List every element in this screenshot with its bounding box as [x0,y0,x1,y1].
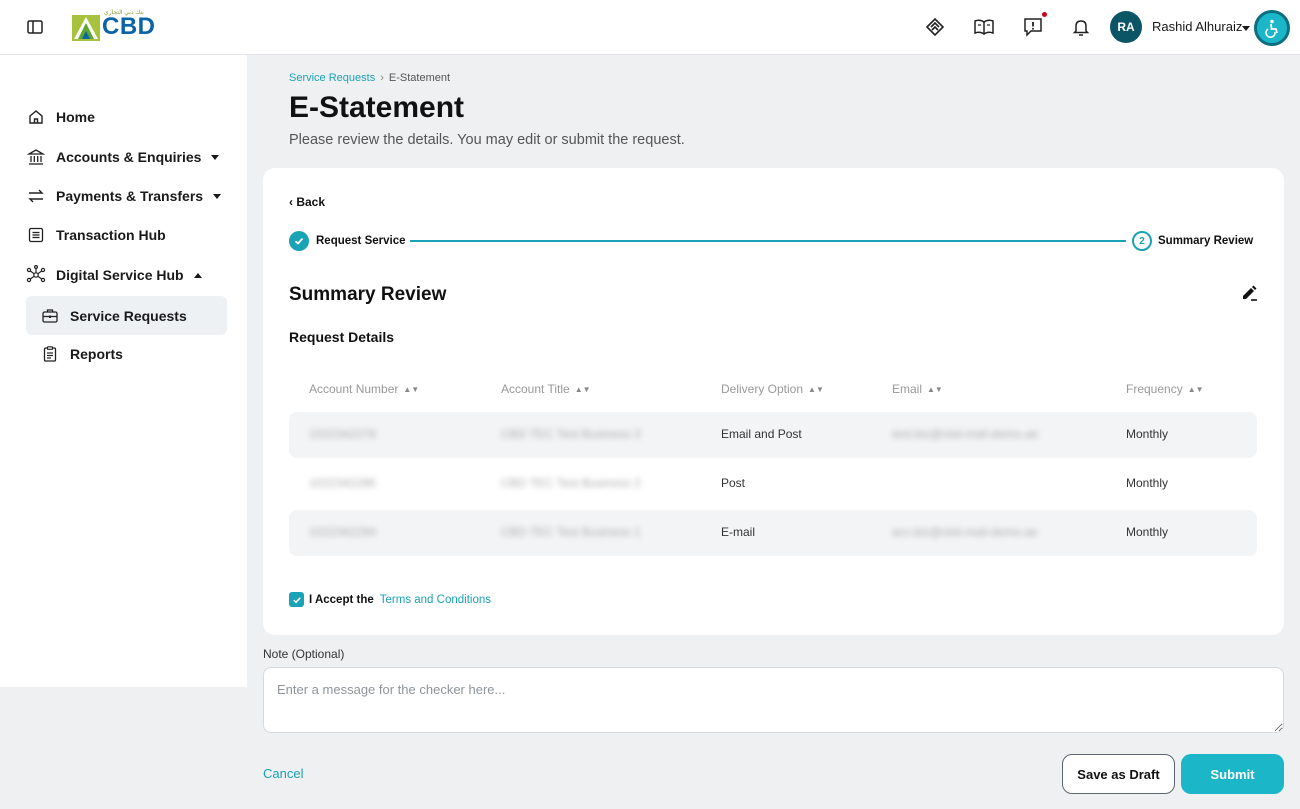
breadcrumb-link-service-requests[interactable]: Service Requests [289,72,375,84]
breadcrumb: Service Requests › E-Statement [289,72,450,84]
feedback-icon[interactable] [1022,12,1047,38]
sidebar-item-home[interactable]: Home [26,98,226,136]
sidebar-item-label: Payments & Transfers [56,188,204,204]
logo-subtext: بنك دبي التجاري [104,10,144,16]
cell-frequency: Monthly [1126,427,1169,441]
top-bar: بنك دبي التجاري CBD RA Rashid Alhuraiz [0,0,1300,55]
request-details-title: Request Details [289,329,395,345]
home-icon [26,107,46,127]
cell-frequency: Monthly [1126,476,1169,490]
table-row: 1022342294 CBD TEC Test Business 1 E-mai… [289,510,1257,556]
cell-account-title: CBD TEC Test Business 1 [501,525,641,539]
terms-acceptance: I Accept the Terms and Conditions [289,592,491,607]
cell-account-title: CBD TEC Test Business 2 [501,476,641,490]
sidebar-item-payments[interactable]: Payments & Transfers [26,177,226,215]
cell-account-number: 1022342278 [309,427,376,441]
cell-delivery-option: Email and Post [721,427,802,441]
table-row: 1022342286 CBD TEC Test Business 2 Post … [289,461,1257,507]
clipboard-icon [40,344,60,364]
page-subtitle: Please review the details. You may edit … [289,132,685,148]
step-2-number: 2 [1132,231,1152,251]
chevron-down-icon [211,154,220,160]
network-icon [26,265,46,285]
request-details-table: Account Number ▲▼ Account Title ▲▼ Deliver… [289,368,1257,559]
cancel-button[interactable]: Cancel [263,766,303,781]
book-icon[interactable] [973,16,995,38]
user-name[interactable]: Rashid Alhuraiz [1152,19,1242,34]
bell-icon[interactable] [1070,16,1092,38]
breadcrumb-separator: › [380,72,384,84]
sidebar-item-transaction-hub[interactable]: Transaction Hub [26,216,226,254]
back-button[interactable]: ‹ Back [289,195,325,209]
summary-card: ‹ Back Request Service 2 Summary Review … [263,168,1284,635]
breadcrumb-current: E-Statement [388,72,451,84]
column-header-frequency[interactable]: Frequency ▲▼ [1126,382,1204,396]
terms-and-conditions-link[interactable]: Terms and Conditions [380,594,491,606]
briefcase-icon [40,306,60,326]
section-title: Summary Review [289,284,447,305]
column-header-account-number[interactable]: Account Number ▲▼ [309,382,419,396]
sidebar-item-label: Transaction Hub [56,227,166,243]
column-header-delivery-option[interactable]: Delivery Option ▲▼ [721,382,824,396]
avatar[interactable]: RA [1110,11,1142,43]
cell-delivery-option: E-mail [721,525,756,539]
sidebar-item-digital-service-hub[interactable]: Digital Service Hub [26,256,226,294]
sidebar-item-label: Home [56,109,95,125]
sort-icon: ▲▼ [808,385,824,394]
sidebar-item-accounts[interactable]: Accounts & Enquiries [26,138,226,176]
accessibility-icon[interactable] [1254,10,1290,46]
table-header: Account Number ▲▼ Account Title ▲▼ Deliver… [289,368,1257,412]
list-icon [26,225,46,245]
logo-text: CBD [102,13,156,40]
chevron-up-icon [193,272,202,278]
cell-account-title: CBD TEC Test Business 3 [501,427,641,441]
transfer-icon [26,186,46,206]
notification-dot [1042,12,1047,17]
cell-account-number: 1022342294 [309,525,376,539]
submit-button[interactable]: Submit [1181,754,1284,794]
cbd-logo-mark-icon [72,13,100,41]
edit-pen-icon[interactable] [1239,282,1259,302]
cell-email: test.biz@cbd-mail-demo.ae [892,427,1039,441]
sort-icon: ▲▼ [1187,385,1204,394]
cbd-logo[interactable]: بنك دبي التجاري CBD [72,10,156,42]
sidebar-item-label: Service Requests [70,307,187,324]
step-1-label: Request Service [316,235,406,247]
handshake-icon[interactable] [924,16,946,38]
sidebar-toggle-icon[interactable] [26,18,44,36]
accept-terms-label: I Accept the [309,593,374,606]
step-connector-line [410,240,1126,242]
column-header-account-title[interactable]: Account Title ▲▼ [501,382,591,396]
sort-icon: ▲▼ [927,385,943,394]
sidebar-item-label: Reports [70,346,123,362]
sidebar-item-service-requests[interactable]: Service Requests [26,296,227,335]
bank-icon [26,147,46,167]
cell-account-number: 1022342286 [309,476,376,490]
step-2-label: Summary Review [1158,235,1254,247]
column-header-email[interactable]: Email ▲▼ [892,382,943,396]
cell-email: acc.biz@cbd-mail-demo.ae [892,525,1038,539]
stepper: Request Service 2 Summary Review [289,231,1254,251]
sidebar: Home Accounts & Enquiries Payments & Tra… [0,55,247,687]
page-title: E-Statement [289,91,465,124]
note-label: Note (Optional) [263,647,345,661]
table-row: 1022342278 CBD TEC Test Business 3 Email… [289,412,1257,458]
user-menu-chevron-down-icon[interactable] [1242,26,1250,31]
step-complete-check-icon [289,231,309,251]
sidebar-item-label: Accounts & Enquiries [56,149,202,165]
chevron-down-icon [213,193,222,199]
cell-delivery-option: Post [721,476,746,490]
sort-icon: ▲▼ [403,385,420,394]
sidebar-item-reports[interactable]: Reports [26,335,227,373]
sidebar-item-label: Digital Service Hub [56,267,184,283]
sort-icon: ▲▼ [574,385,591,394]
save-as-draft-button[interactable]: Save as Draft [1062,754,1175,794]
cell-frequency: Monthly [1126,525,1169,539]
accept-terms-checkbox[interactable] [289,592,304,607]
note-textarea[interactable] [263,667,1284,733]
